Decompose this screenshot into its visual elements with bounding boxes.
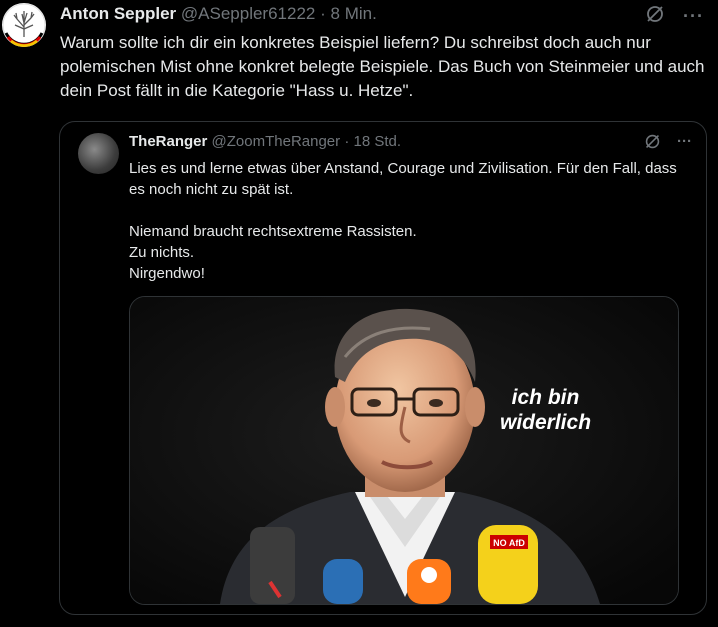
quoted-separator-dot: · [344, 133, 350, 150]
quoted-tweet[interactable]: TheRanger @ZoomTheRanger · 18 Std. ··· L… [59, 121, 707, 615]
quoted-text-line: Nirgendwo! [129, 265, 205, 282]
quoted-tweet-actions: ··· [644, 133, 692, 154]
caricature-illustration: NO AfD [130, 297, 678, 604]
separator-dot: · [320, 4, 326, 23]
quoted-text-line [129, 200, 689, 221]
media-caption-line: widerlich [500, 411, 592, 434]
tweet-actions: ··· [645, 4, 704, 29]
media-caption-line: ich bin [511, 386, 580, 409]
quoted-text-line: Lies es und lerne etwas über Anstand, Co… [129, 160, 677, 198]
author-name[interactable]: Anton Seppler [60, 4, 176, 23]
mic-label: NO AfD [493, 538, 525, 548]
more-icon[interactable]: ··· [677, 133, 692, 154]
tweet-header: Anton Seppler @ASeppler61222 · 8 Min. [60, 4, 377, 24]
quoted-author-handle[interactable]: @ZoomTheRanger [212, 133, 341, 150]
quoted-media-image[interactable]: NO AfD ich bin widerlich [129, 296, 679, 605]
grok-icon[interactable] [644, 133, 661, 154]
quoted-tweet-header: TheRanger @ZoomTheRanger · 18 Std. [129, 133, 401, 150]
quoted-author-name[interactable]: TheRanger [129, 133, 207, 150]
tweet-text: Warum sollte ich dir ein konkretes Beisp… [60, 33, 705, 100]
quoted-timestamp[interactable]: 18 Std. [354, 133, 402, 150]
grok-icon[interactable] [645, 4, 665, 29]
quoted-text-line: Zu nichts. [129, 244, 195, 261]
tree-logo-icon [2, 3, 46, 47]
quoted-tweet-text: Lies es und lerne etwas über Anstand, Co… [129, 158, 689, 284]
media-caption: ich bin widerlich [500, 385, 591, 435]
more-icon[interactable]: ··· [683, 6, 704, 27]
author-handle[interactable]: @ASeppler61222 [181, 4, 315, 23]
timestamp[interactable]: 8 Min. [331, 4, 377, 23]
quoted-author-avatar[interactable] [78, 133, 119, 174]
quoted-text-line: Niemand braucht rechtsextreme Rassisten. [129, 223, 417, 240]
author-avatar[interactable] [2, 3, 46, 47]
